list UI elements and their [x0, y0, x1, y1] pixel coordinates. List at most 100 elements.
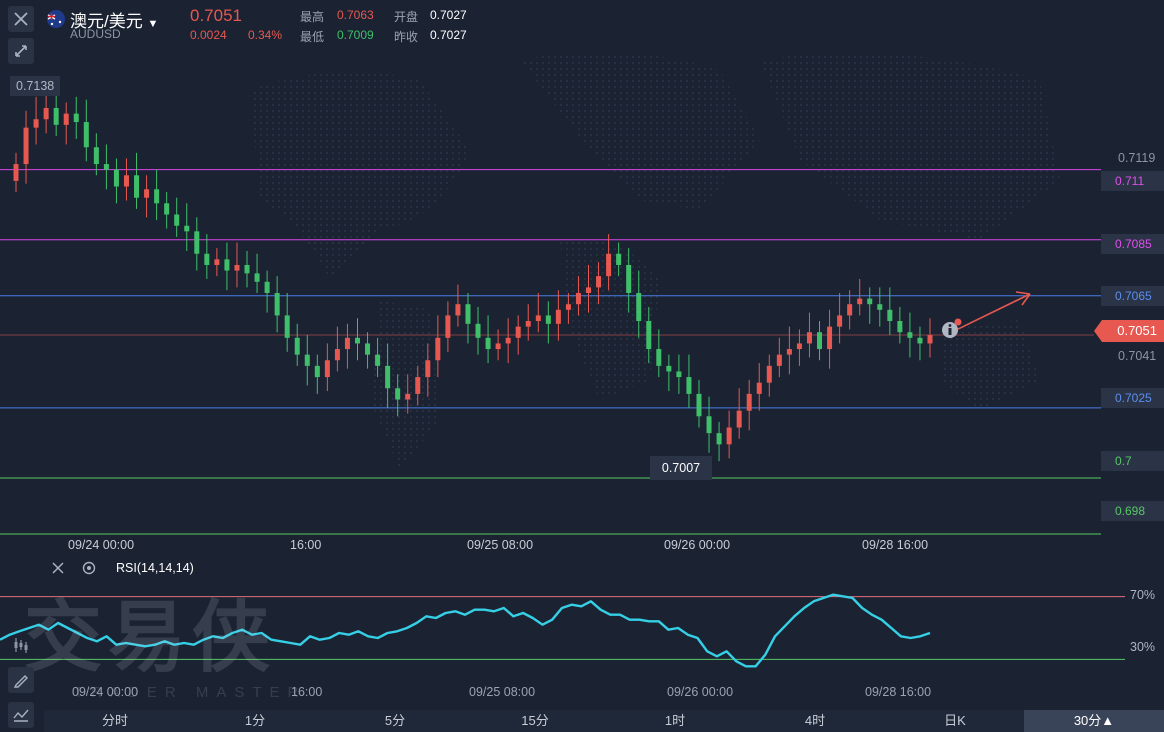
timeframe-30m-selected[interactable]: 30分▲: [1024, 710, 1164, 732]
candle-body: [445, 315, 451, 338]
candle-body: [565, 304, 571, 310]
candle-body: [706, 416, 712, 434]
candle-body: [53, 108, 59, 125]
candle-body: [676, 371, 682, 378]
candle-body: [636, 292, 642, 322]
candle-body: [465, 304, 471, 324]
timeframe-5m[interactable]: 5分: [370, 710, 420, 732]
timeframe-1h[interactable]: 1时: [650, 710, 700, 732]
candle-body: [234, 264, 240, 271]
candle-body: [134, 175, 140, 198]
candle-body: [656, 349, 662, 366]
price-tag-0711: 0.711: [1101, 171, 1164, 191]
line-chart-icon: [13, 709, 29, 722]
candle-body: [73, 113, 79, 123]
timeframe-1m[interactable]: 1分: [230, 710, 280, 732]
candle-body: [334, 349, 340, 361]
candle-body: [756, 382, 762, 394]
candle-body: [194, 231, 200, 254]
candle-body: [485, 337, 491, 350]
candle-body: [857, 298, 863, 305]
time-label: 09/26 00:00: [664, 538, 731, 552]
candle-body: [164, 203, 170, 215]
timeframe-daily[interactable]: 日K: [930, 710, 980, 732]
info-icon-glyph: [948, 324, 952, 327]
candle-body: [575, 292, 581, 305]
time-label: 16:00: [290, 538, 322, 552]
candle-body: [837, 315, 843, 327]
candle-body: [586, 287, 592, 293]
settings-gear-icon[interactable]: [81, 560, 97, 576]
candle-body: [13, 164, 19, 181]
candle-body: [917, 337, 923, 344]
timeframe-bar: [44, 710, 1164, 732]
candle-body: [304, 354, 310, 366]
candle-body: [897, 321, 903, 333]
candle-body: [806, 332, 812, 344]
candle-body: [515, 326, 521, 338]
candlestick-tool[interactable]: [8, 632, 34, 658]
candle-body: [264, 281, 270, 293]
candlestick-icon: [14, 638, 28, 653]
candle-body: [23, 127, 29, 165]
rsi-time-label: 16:00: [291, 685, 323, 699]
candle-body: [224, 259, 230, 271]
candle-body: [796, 343, 802, 350]
rsi-time-label: 09/24 00:00: [72, 685, 139, 699]
candle-body: [254, 273, 260, 282]
candle-body: [314, 365, 320, 378]
rsi-time-label: 09/26 00:00: [667, 685, 734, 699]
candle-body: [113, 169, 119, 187]
candle-body: [385, 365, 391, 389]
candle-body: [375, 354, 381, 366]
candle-body: [154, 189, 160, 204]
candle-body: [344, 337, 350, 350]
time-label: 09/25 08:00: [467, 538, 534, 552]
time-label: 09/28 16:00: [862, 538, 929, 552]
candle-body: [716, 433, 722, 445]
candle-body: [83, 122, 89, 148]
candle-body: [475, 323, 481, 338]
indicator-tool-button[interactable]: [8, 702, 34, 728]
candle-body: [324, 360, 330, 378]
rsi-level-low: 30%: [1130, 640, 1156, 654]
candle-body: [596, 276, 602, 288]
candle-body: [907, 332, 913, 338]
candle-body: [63, 113, 69, 125]
candle-body: [827, 326, 833, 350]
price-tag-0698: 0.698: [1101, 501, 1164, 521]
time-label: 09/24 00:00: [68, 538, 135, 552]
candle-body: [817, 332, 823, 350]
price-level-4: 0.7041: [1118, 349, 1157, 363]
candle-body: [847, 304, 853, 316]
candle-body: [736, 410, 742, 428]
candle-body: [354, 337, 360, 344]
candle-body: [776, 354, 782, 366]
candle-body: [415, 377, 421, 394]
candle-body: [505, 337, 511, 344]
projection-arrow: [957, 293, 1031, 330]
watermark-logo: 交易侠: [24, 593, 277, 683]
candle-body: [616, 253, 622, 265]
candle-body: [274, 292, 280, 316]
rsi-time-label: 09/28 16:00: [865, 685, 932, 699]
close-indicator-icon[interactable]: [50, 560, 66, 576]
price-tag-07085: 0.7085: [1101, 234, 1164, 254]
timeframe-4h[interactable]: 4时: [790, 710, 840, 732]
candle-body: [606, 253, 612, 277]
candle-body: [927, 335, 933, 344]
candle-body: [555, 309, 561, 324]
candle-body: [696, 393, 702, 417]
candle-body: [144, 189, 150, 198]
candle-body: [877, 304, 883, 310]
candle-body: [365, 343, 371, 355]
timeframe-tick[interactable]: 分时: [90, 710, 140, 732]
draw-tool-button[interactable]: [8, 667, 34, 693]
candle-body: [455, 304, 461, 316]
price-tag-07: 0.7: [1101, 451, 1164, 471]
price-chart[interactable]: [0, 0, 1164, 540]
candle-body: [867, 298, 873, 305]
timeframe-15m[interactable]: 15分: [510, 710, 560, 732]
rsi-level-high: 70%: [1130, 588, 1156, 602]
candle-body: [887, 309, 893, 322]
